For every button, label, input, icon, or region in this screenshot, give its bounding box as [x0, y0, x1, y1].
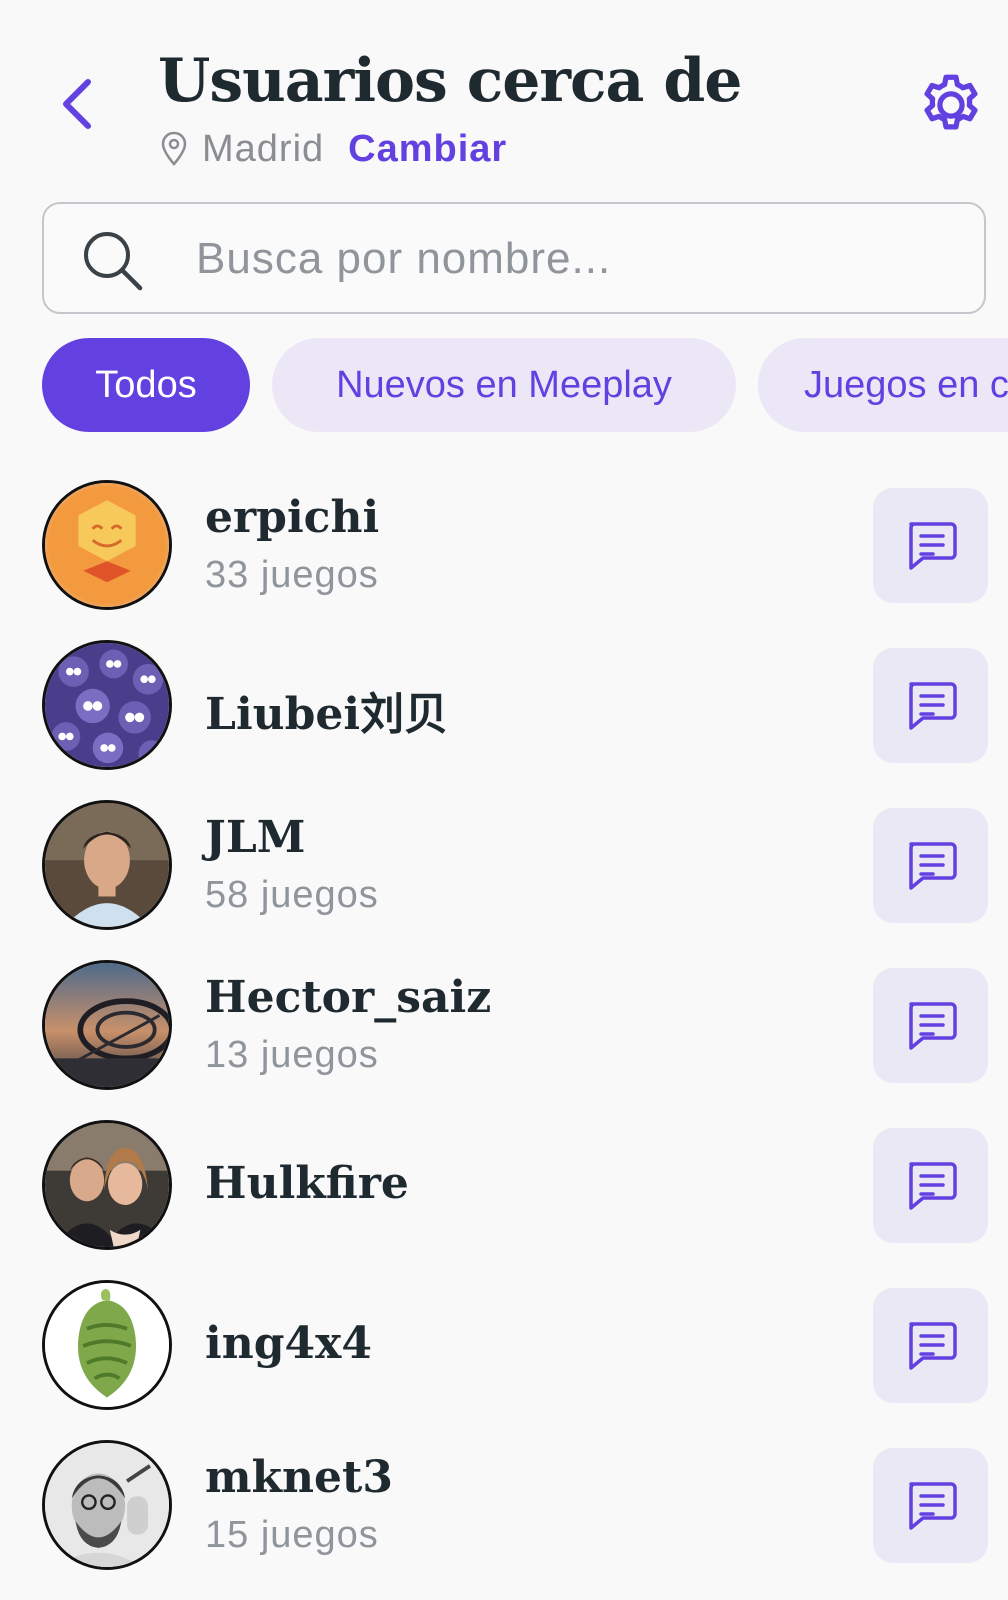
user-name: Hulkfire	[205, 1158, 409, 1209]
filter-chip-juegos[interactable]: Juegos en c	[758, 338, 1008, 432]
list-item[interactable]: Hulkfire	[0, 1120, 1008, 1250]
user-name: JLM	[205, 812, 306, 863]
user-name: Liubei刘贝	[205, 689, 449, 740]
avatar	[42, 1280, 172, 1410]
message-button[interactable]	[873, 968, 988, 1083]
message-button[interactable]	[873, 1288, 988, 1403]
location-city: Madrid	[202, 127, 325, 170]
message-button[interactable]	[873, 488, 988, 603]
list-item[interactable]: Hector_saiz 13 juegos	[0, 960, 1008, 1090]
user-game-count: 58 juegos	[205, 874, 379, 916]
avatar	[42, 1440, 172, 1570]
message-icon	[908, 1321, 957, 1370]
location-row: Madrid Cambiar	[160, 124, 507, 174]
user-game-count: 15 juegos	[205, 1514, 379, 1556]
message-button[interactable]	[873, 808, 988, 923]
gear-icon	[924, 74, 978, 130]
list-item[interactable]: JLM 58 juegos	[0, 800, 1008, 930]
change-location-link[interactable]: Cambiar	[348, 128, 507, 171]
message-icon	[908, 1161, 957, 1210]
map-pin-icon	[161, 131, 187, 166]
settings-button[interactable]	[916, 70, 986, 140]
search-box	[42, 202, 986, 314]
avatar	[42, 800, 172, 930]
list-item[interactable]: erpichi 33 juegos	[0, 480, 1008, 610]
page-title: Usuarios cerca de	[158, 46, 742, 116]
filter-chips: Todos Nuevos en Meeplay Juegos en c	[0, 338, 1008, 432]
message-icon	[908, 681, 957, 730]
message-button[interactable]	[873, 648, 988, 763]
avatar	[42, 640, 172, 770]
user-game-count: 33 juegos	[205, 554, 379, 596]
list-item[interactable]: ing4x4	[0, 1280, 1008, 1410]
user-game-count: 13 juegos	[205, 1034, 379, 1076]
user-name: mknet3	[205, 1452, 393, 1503]
filter-chip-todos[interactable]: Todos	[42, 338, 250, 432]
avatar	[42, 480, 172, 610]
avatar	[42, 960, 172, 1090]
message-button[interactable]	[873, 1448, 988, 1563]
header: Usuarios cerca de Madrid Cambiar	[0, 0, 1008, 190]
search-input[interactable]	[194, 226, 958, 292]
list-item[interactable]: Liubei刘贝	[0, 640, 1008, 770]
message-icon	[908, 1481, 957, 1530]
message-icon	[908, 521, 957, 570]
filter-chip-nuevos[interactable]: Nuevos en Meeplay	[272, 338, 736, 432]
search-icon	[84, 232, 143, 291]
chevron-left-icon	[63, 79, 91, 129]
user-name: erpichi	[205, 492, 380, 543]
message-icon	[908, 841, 957, 890]
back-button[interactable]	[48, 72, 104, 136]
message-icon	[908, 1001, 957, 1050]
message-button[interactable]	[873, 1128, 988, 1243]
avatar	[42, 1120, 172, 1250]
list-item[interactable]: mknet3 15 juegos	[0, 1440, 1008, 1570]
user-name: ing4x4	[205, 1318, 372, 1369]
user-name: Hector_saiz	[205, 972, 492, 1023]
